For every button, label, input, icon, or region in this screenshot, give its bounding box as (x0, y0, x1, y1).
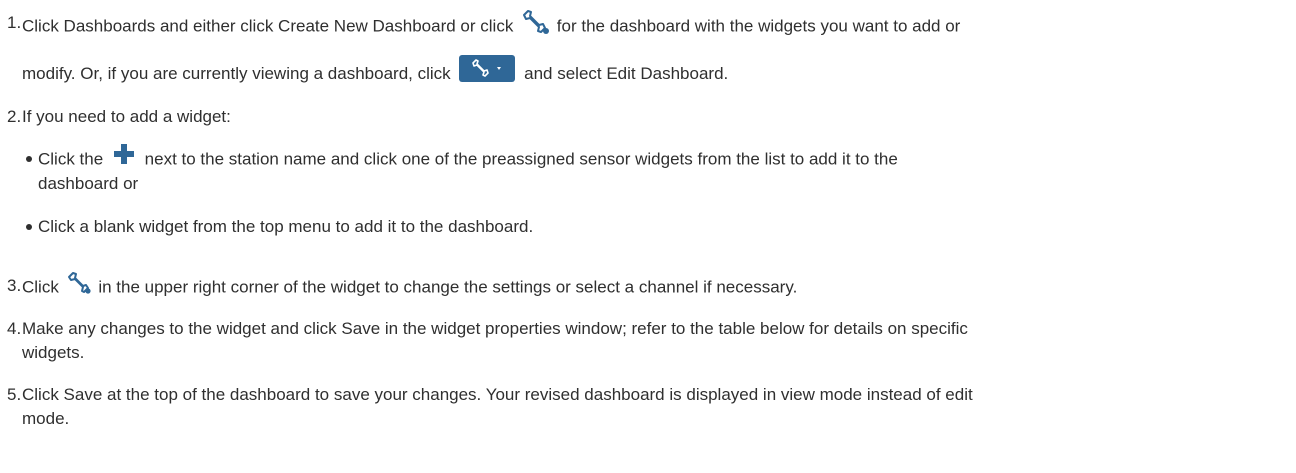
bullet-text: Click the (38, 149, 104, 169)
wrench-dropdown-button[interactable] (459, 55, 516, 82)
step-text: and select Edit Dashboard. (524, 63, 729, 83)
step-text: Make any changes to the widget and click… (22, 319, 968, 338)
step-text: Click (22, 277, 59, 297)
step-text: for the dashboard with the widgets you w… (556, 16, 961, 36)
bullet-marker (26, 156, 32, 162)
step-text: Click Dashboards and either click Create… (22, 16, 514, 36)
step-text: mode. (22, 409, 70, 428)
bullet-text: next to the station name and click one o… (144, 149, 898, 169)
step-text: modify. Or, if you are currently viewing… (22, 63, 451, 83)
step-text: If you need to add a widget: (22, 107, 231, 126)
step-text: Click Save at the top of the dashboard t… (22, 385, 973, 404)
step-text: widgets. (22, 343, 85, 362)
plus-icon[interactable] (112, 142, 136, 166)
bullet-text: Click a blank widget from the top menu t… (38, 217, 534, 236)
wrench-icon (65, 269, 93, 295)
bullet-text: dashboard or (38, 174, 139, 193)
wrench-icon (519, 6, 551, 36)
step-text: in the upper right corner of the widget … (98, 277, 798, 297)
instructions-document: 1. Click Dashboards and either click Cre… (0, 0, 1296, 473)
bullet-marker (26, 224, 32, 230)
